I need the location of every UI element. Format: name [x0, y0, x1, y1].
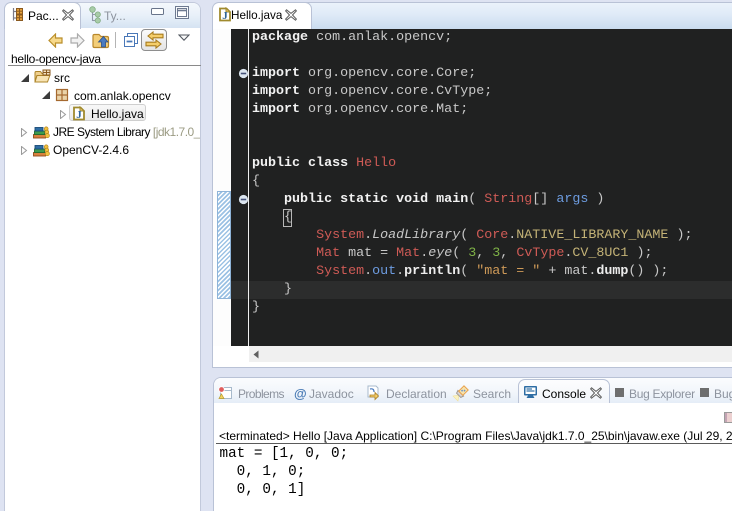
svg-text:J: J [222, 10, 228, 22]
svg-text:J: J [76, 109, 82, 121]
